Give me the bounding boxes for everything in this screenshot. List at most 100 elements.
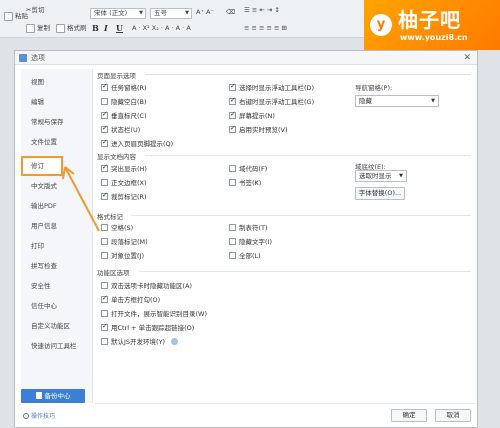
section-title-show-content: 显示文档内容 [97,153,136,161]
checkbox-screen-tips[interactable]: 屏幕提示(N) [229,110,275,120]
grow-font-icon[interactable]: A⁺ A⁻ [196,8,214,16]
checkbox-task-pane[interactable]: 任务窗格(R) [101,82,147,92]
checkbox-box [229,252,236,259]
checkbox-smart-toc[interactable]: 打开文件，展示智能识别目录(W) [101,308,207,318]
nav-pane-value: 隐藏 [359,97,372,105]
checkbox-box [229,165,236,172]
checkbox-vertical-ruler[interactable]: 垂直标尺(C) [101,110,147,120]
cut-button[interactable]: ✂剪切 [26,4,44,14]
sidebar-item-user-info[interactable]: 用户信息 [21,217,93,235]
checkbox-header-footer-tip[interactable]: 进入页眉页脚提示(Q) [101,138,173,148]
checkbox-object-anchors[interactable]: 对象位置(J) [101,250,144,260]
checkbox-hide-ribbon-dblclick[interactable]: 双击选项卡时隐藏功能区(A) [101,280,192,290]
cut-label: 剪切 [31,6,45,14]
underline-button[interactable]: U [116,23,123,33]
format-painter-button[interactable]: 格式刷 [56,22,87,33]
brush-icon [56,23,65,33]
sidebar-item-export-pdf[interactable]: 输出PDF [21,197,93,215]
paragraph-tools-icon[interactable]: ☰ ≡ ⇤ ⇥ ↕ [244,6,280,14]
copy-icon [26,23,35,33]
checkbox-label: 对象位置(J) [111,252,144,260]
checkbox-float-toolbar-select[interactable]: 选择时显示浮动工具栏(D) [229,82,314,92]
chevron-down-icon: ▼ [399,173,403,179]
app-icon [19,54,27,62]
checkbox-label: 启用实时预览(V) [239,126,288,134]
checkbox-box [229,96,236,105]
checkbox-label: 制表符(T) [239,224,268,232]
sidebar-item-security[interactable]: 安全性 [21,277,93,295]
checkbox-label: 默认JS开发环境(Y) [111,338,166,346]
clear-format-icon[interactable]: ⌫ [226,8,235,16]
checkbox-box [101,191,108,200]
close-icon[interactable]: ✕ [463,51,471,65]
divider [131,215,471,216]
align-tools-icon[interactable]: ≡ ≡ ≡ ≡ ≡ ⊞ [244,24,287,32]
nav-pane-select[interactable]: 隐藏 ▼ [355,95,439,107]
options-dialog: 选项 ✕ 视图 编辑 常规与保存 文件位置 修订 中文版式 输出PDF 用户信息… [14,50,478,428]
checkbox-label: 突出显示(H) [111,165,147,173]
checkbox-label: 双击选项卡时隐藏功能区(A) [111,282,193,290]
sidebar-item-trust-center[interactable]: 信任中心 [21,297,93,315]
copy-button[interactable]: 复制 [26,22,50,33]
sidebar-item-spell-check[interactable]: 拼写检查 [21,257,93,275]
tips-link[interactable]: 操作技巧 [23,411,55,420]
sidebar-item-view[interactable]: 视图 [21,73,93,91]
checkbox-paragraph-marks[interactable]: 段落标记(M) [101,236,148,246]
checkbox-field-codes[interactable]: 域代码(F) [229,163,267,173]
checkbox-label: 状态栏(U) [111,126,141,134]
checkbox-box [229,110,236,119]
checkbox-box [101,322,108,331]
watermark-logo: y 柚子吧 www.youzi8.cn [364,0,500,50]
checkbox-status-bar[interactable]: 状态栏(U) [101,124,140,134]
info-icon [23,413,29,419]
checkbox-tabs[interactable]: 制表符(T) [229,222,268,232]
checkbox-box [101,138,108,147]
sidebar-item-file-location[interactable]: 文件位置 [21,133,93,151]
text-effects-icon[interactable]: A · X² X₂ · A · A · A [132,24,191,32]
checkbox-box [101,110,108,119]
divider [95,403,475,404]
sidebar-item-general-save[interactable]: 常规与保存 [21,113,93,131]
sidebar-item-chinese-layout[interactable]: 中文版式 [21,177,93,195]
sidebar-item-print[interactable]: 打印 [21,237,93,255]
checkbox-box [101,310,108,317]
checkbox-label: 打开文件，展示智能识别目录(W) [111,310,207,318]
checkbox-default-js-env[interactable]: 默认JS开发环境(Y) [101,336,179,346]
checkbox-box [101,98,108,105]
font-replace-button[interactable]: 字体替换(O)... [355,187,405,200]
checkbox-box [229,224,236,231]
checkbox-label: 裁剪标记(R) [111,193,147,201]
checkbox-hidden-text[interactable]: 隐藏文字(I) [229,236,272,246]
font-name-select[interactable]: 宋体 (正文) ▼ [90,8,146,19]
checkbox-box [101,179,108,186]
checkbox-bookmarks[interactable]: 书签(K) [229,177,261,187]
sidebar-item-revision[interactable]: 修订 [21,156,63,176]
section-title-page-display: 页面显示选项 [97,72,136,80]
sidebar-item-edit[interactable]: 编辑 [21,93,93,111]
help-icon[interactable] [171,338,179,345]
checkbox-crop-marks[interactable]: 裁剪标记(R) [101,191,147,201]
sidebar-item-customize-ribbon[interactable]: 自定义功能区 [21,317,93,335]
checkbox-text-boundaries[interactable]: 正文边框(X) [101,177,147,187]
sidebar-item-quick-access-toolbar[interactable]: 快速访问工具栏 [21,337,93,355]
checkbox-all-marks[interactable]: 全部(L) [229,250,261,260]
backup-center-button[interactable]: 备份中心 [21,389,85,403]
cancel-button[interactable]: 取消 [435,409,471,422]
checkbox-hide-blank[interactable]: 隐藏空白(B) [101,96,147,106]
field-shading-value: 选取时显示 [359,172,392,180]
ok-button[interactable]: 确定 [391,409,427,422]
italic-button[interactable]: I [104,23,108,33]
font-size-select[interactable]: 五号 ▼ [150,8,192,19]
checkbox-float-toolbar-rightclick[interactable]: 右键时显示浮动工具栏(G) [229,96,314,106]
field-shading-select[interactable]: 选取时显示 ▼ [355,170,407,182]
paste-button[interactable]: 粘贴 [4,10,28,21]
checkbox-label: 隐藏文字(I) [239,238,272,246]
checkbox-highlight[interactable]: 突出显示(H) [101,163,147,173]
checkbox-click-box-check[interactable]: 单击方框打勾(O) [101,294,160,304]
copy-label: 复制 [37,24,50,32]
checkbox-live-preview[interactable]: 启用实时预览(V) [229,124,288,134]
dialog-titlebar: 选项 ✕ [15,51,477,65]
bold-button[interactable]: B [92,23,99,33]
checkbox-ctrl-click-link[interactable]: 用Ctrl + 单击跟踪超链接(O) [101,322,194,332]
checkbox-spaces[interactable]: 空格(S) [101,222,133,232]
